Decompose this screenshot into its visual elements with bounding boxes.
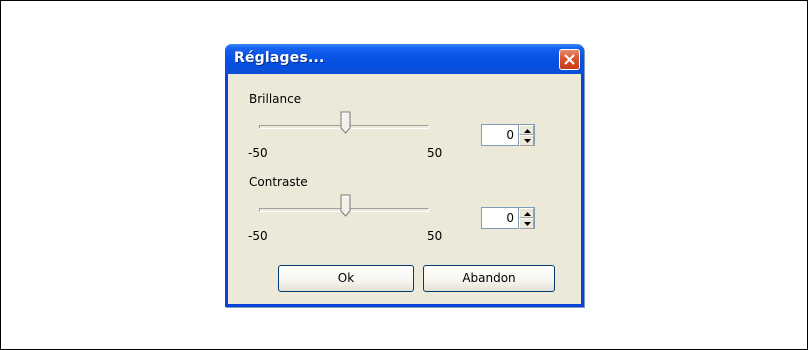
contraste-spin-value: 0	[506, 211, 514, 225]
close-x-icon	[564, 54, 575, 65]
contraste-spin-down-button[interactable]	[519, 218, 534, 229]
brillance-spin-up-button[interactable]	[519, 125, 534, 135]
contraste-slider-thumb[interactable]	[340, 194, 352, 218]
brillance-spin-value: 0	[506, 128, 514, 142]
dialog-title: Réglages...	[234, 50, 325, 66]
brillance-spin-input[interactable]: 0	[481, 124, 519, 146]
brillance-max-label: 50	[427, 146, 443, 160]
brillance-min-label: -50	[248, 146, 268, 160]
contraste-min-label: -50	[248, 229, 268, 243]
contraste-spinbox[interactable]: 0	[481, 207, 535, 229]
contraste-label: Contraste	[249, 175, 308, 189]
contraste-max-label: 50	[427, 229, 443, 243]
dialog-client-area: Brillance -50 50 0 Contraste -50 50 0 Ok…	[228, 74, 581, 304]
dialog-titlebar[interactable]: Réglages...	[225, 44, 584, 74]
arrow-down-icon	[524, 139, 531, 143]
arrow-up-icon	[524, 212, 531, 216]
ok-button[interactable]: Ok	[278, 265, 414, 292]
brillance-label: Brillance	[249, 92, 302, 106]
settings-dialog: Réglages... Brillance -50 50 0 Contraste…	[225, 44, 584, 307]
brillance-spinbox[interactable]: 0	[481, 124, 535, 146]
close-button[interactable]	[559, 49, 580, 70]
arrow-up-icon	[524, 129, 531, 133]
brillance-spin-down-button[interactable]	[519, 135, 534, 146]
contraste-spin-input[interactable]: 0	[481, 207, 519, 229]
arrow-down-icon	[524, 222, 531, 226]
contraste-spin-up-button[interactable]	[519, 208, 534, 218]
cancel-button[interactable]: Abandon	[423, 265, 555, 292]
brillance-slider-thumb[interactable]	[340, 111, 352, 135]
